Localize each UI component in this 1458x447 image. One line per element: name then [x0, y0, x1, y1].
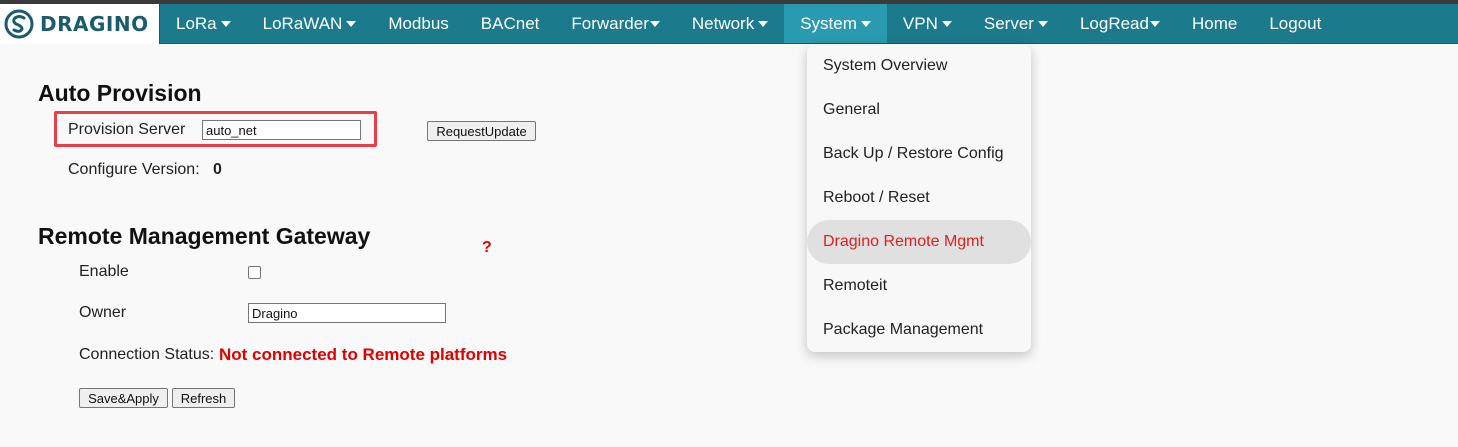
auto-provision-title: Auto Provision [38, 80, 202, 106]
caret-down-icon [1149, 20, 1160, 27]
nav-item-label: Modbus [388, 13, 449, 33]
menu-item-general[interactable]: General [807, 88, 1031, 132]
caret-down-icon [346, 20, 357, 27]
brand-name: DRAGINO [40, 12, 149, 36]
nav-item-label: Logout [1269, 13, 1322, 33]
nav-item-bacnet[interactable]: BACnet [465, 4, 556, 43]
caret-down-icon [1037, 20, 1048, 27]
configure-version-label: Configure Version: [68, 161, 200, 178]
nav-item-label: LoRaWAN [262, 13, 343, 33]
nav-item-logout[interactable]: Logout [1253, 4, 1337, 43]
brand-logo[interactable]: DRAGINO [0, 4, 160, 44]
remote-management-title: Remote Management Gateway [38, 223, 371, 249]
nav-item-vpn[interactable]: VPN [887, 4, 968, 43]
nav-item-label: Home [1191, 13, 1238, 33]
nav-item-home[interactable]: Home [1176, 4, 1253, 43]
menu-item-backup-restore[interactable]: Back Up / Restore Config [807, 132, 1031, 176]
nav-item-system[interactable]: System [784, 4, 887, 43]
nav-item-label: LoRa [176, 13, 217, 33]
help-question-mark[interactable]: ? [482, 239, 492, 257]
nav-item-label: Server [983, 13, 1034, 33]
nav-item-server[interactable]: Server [968, 4, 1064, 43]
caret-down-icon [860, 20, 871, 27]
connection-status-value: Not connected to Remote platforms [219, 345, 508, 364]
enable-label: Enable [79, 263, 129, 280]
nav-item-lora[interactable]: LoRa [160, 4, 247, 43]
refresh-button[interactable]: Refresh [172, 388, 235, 408]
menu-item-remoteit[interactable]: Remoteit [807, 264, 1031, 308]
owner-label: Owner [79, 304, 127, 321]
nav-item-label: System [800, 13, 857, 33]
nav-item-label: Forwarder [571, 13, 649, 33]
provision-server-label: Provision Server [68, 121, 186, 138]
request-update-button[interactable]: RequestUpdate [427, 121, 536, 141]
nav-item-modbus[interactable]: Modbus [372, 4, 464, 43]
owner-input[interactable] [248, 303, 446, 323]
enable-checkbox[interactable] [248, 266, 261, 279]
menu-item-reboot-reset[interactable]: Reboot / Reset [807, 176, 1031, 220]
menu-item-dragino-remote-mgmt[interactable]: Dragino Remote Mgmt [807, 220, 1031, 264]
nav-item-logread[interactable]: LogRead [1064, 4, 1176, 43]
dragino-logo-icon [4, 9, 34, 39]
connection-status-label: Connection Status: [79, 346, 215, 363]
nav-item-network[interactable]: Network [676, 4, 784, 43]
caret-down-icon [649, 20, 660, 27]
menu-item-package-management[interactable]: Package Management [807, 308, 1031, 352]
save-apply-button[interactable]: Save&Apply [79, 388, 168, 408]
nav-item-lorawan[interactable]: LoRaWAN [247, 4, 373, 43]
caret-down-icon [758, 20, 769, 27]
nav-item-label: VPN [902, 13, 938, 33]
configure-version-value: 0 [213, 161, 222, 178]
system-dropdown-menu: System Overview General Back Up / Restor… [807, 44, 1031, 352]
top-navbar: DRAGINO LoRa LoRaWAN Modbus BACnet Forwa… [0, 4, 1458, 44]
menu-item-system-overview[interactable]: System Overview [807, 44, 1031, 88]
nav-item-forwarder[interactable]: Forwarder [555, 4, 675, 43]
nav-item-label: BACnet [480, 13, 540, 33]
provision-server-input[interactable] [202, 120, 361, 140]
nav-item-label: Network [691, 13, 755, 33]
nav-item-label: LogRead [1079, 13, 1149, 33]
caret-down-icon [220, 20, 231, 27]
caret-down-icon [941, 20, 952, 27]
